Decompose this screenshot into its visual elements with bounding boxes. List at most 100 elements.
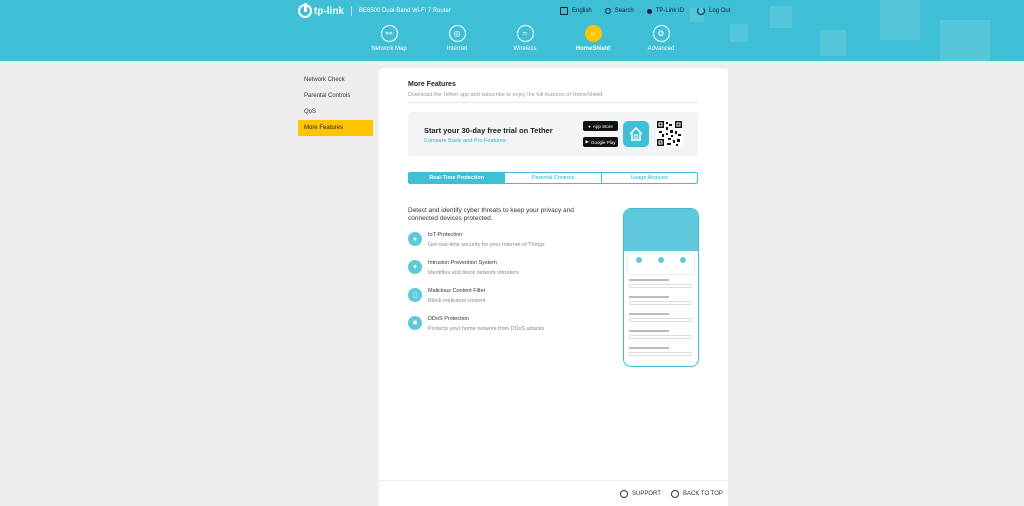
nav-wireless[interactable]: ≈ Wireless — [491, 25, 559, 52]
decor-block — [940, 20, 990, 61]
logout-icon — [697, 7, 706, 15]
intrusion-icon: ✦ — [408, 260, 422, 274]
nav-network-map[interactable]: ⚯ Network Map — [355, 25, 423, 52]
app-store-label: App Store — [592, 123, 613, 129]
back-to-top-link[interactable]: BACK TO TOP — [671, 490, 723, 498]
feature-desc: Identifies and block network intruders — [428, 270, 519, 276]
search-link[interactable]: Search — [604, 7, 634, 15]
sidebar-item-network-check[interactable]: Network Check — [298, 72, 373, 88]
apple-icon: ● — [588, 123, 591, 129]
main-nav: ⚯ Network Map ◎ Internet ≈ Wireless ⌂ Ho… — [355, 25, 695, 52]
tp-link-logo: tp-link — [298, 3, 344, 18]
tab-real-time-protection[interactable]: Real-Time Protection — [409, 173, 505, 183]
back-to-top-label: BACK TO TOP — [683, 491, 723, 497]
nav-label: Internet — [446, 46, 468, 52]
nav-label: Advanced — [647, 46, 675, 52]
tab-usage-analysis[interactable]: Usage Analysis — [600, 173, 697, 183]
nav-label: HomeShield — [575, 46, 611, 52]
qr-code — [656, 120, 683, 147]
google-play-badge[interactable]: ▶ Google Play — [583, 137, 618, 147]
feature-item: ✦ Intrusion Prevention System Identifies… — [408, 260, 519, 276]
support-link[interactable]: SUPPORT — [620, 490, 661, 498]
phone-line — [629, 296, 669, 298]
globe-icon: ◎ — [448, 25, 466, 42]
google-play-icon: ▶ — [585, 139, 589, 144]
phone-line — [629, 279, 669, 281]
iot-icon: ● — [408, 232, 422, 246]
nav-homeshield[interactable]: ⌂ HomeShield — [559, 25, 627, 52]
phone-dot — [636, 257, 642, 263]
phone-row — [629, 301, 692, 305]
headset-icon — [620, 490, 628, 498]
tether-app-icon — [623, 121, 649, 147]
phone-row — [629, 284, 692, 288]
phone-header — [624, 209, 698, 251]
compare-features-link[interactable]: Compare Basic and Pro Features — [424, 138, 506, 144]
tp-link-logo-icon — [298, 3, 312, 18]
page-title: More Features — [408, 81, 456, 88]
google-play-label: Google Play — [590, 139, 616, 145]
decor-block — [730, 24, 748, 42]
router-model: BE6500 Dual-Band Wi-Fi 7 Router — [359, 8, 451, 14]
sidebar: Network Check Parental Controls QoS More… — [298, 61, 373, 506]
tplink-id-label: TP-Link ID — [655, 8, 685, 14]
search-label: Search — [614, 8, 634, 14]
top-links: English Search TP-Link ID Log Out — [560, 7, 730, 15]
phone-line — [629, 330, 669, 332]
trial-banner: Start your 30-day free trial on Tether C… — [408, 112, 698, 156]
feature-desc: Protects your home network from DDoS att… — [428, 326, 545, 332]
phone-row — [629, 352, 692, 356]
language-label: English — [572, 8, 592, 14]
sidebar-item-more-features[interactable]: More Features — [298, 120, 373, 136]
phone-dot — [680, 257, 686, 263]
logo-text: tp-link — [314, 5, 344, 17]
phone-line — [629, 347, 669, 349]
page-subtitle: Download the Tether app and subscribe to… — [408, 92, 604, 98]
ddos-icon: ✸ — [408, 316, 422, 330]
app-store-badge[interactable]: ● App Store — [583, 121, 618, 131]
main-panel: More Features Download the Tether app an… — [379, 68, 728, 506]
nav-label: Wireless — [513, 46, 537, 52]
nav-internet[interactable]: ◎ Internet — [423, 25, 491, 52]
tab-parental-controls[interactable]: Parental Controls — [504, 173, 600, 183]
search-icon — [604, 8, 611, 14]
brand: tp-link BE6500 Dual-Band Wi-Fi 7 Router — [298, 3, 451, 18]
user-icon — [646, 8, 652, 14]
top-header: tp-link BE6500 Dual-Band Wi-Fi 7 Router … — [0, 0, 1024, 61]
phone-row — [629, 335, 692, 339]
phone-dot — [658, 257, 664, 263]
phone-line — [629, 313, 669, 315]
feature-name: Malicious Content Filter — [428, 288, 486, 294]
trial-heading: Start your 30-day free trial on Tether — [424, 126, 553, 135]
wifi-icon: ≈ — [516, 25, 534, 42]
decor-block — [880, 0, 920, 40]
sidebar-item-qos[interactable]: QoS — [298, 104, 373, 120]
arrow-up-icon — [671, 490, 679, 498]
phone-preview-image — [623, 208, 699, 367]
language-link[interactable]: English — [560, 7, 592, 15]
feature-item: ✸ DDoS Protection Protects your home net… — [408, 316, 544, 332]
feature-tabs: Real-Time Protection Parental Controls U… — [408, 172, 698, 184]
support-label: SUPPORT — [632, 491, 661, 497]
footer: SUPPORT BACK TO TOP — [379, 480, 728, 506]
logout-label: Log Out — [709, 8, 731, 14]
nav-label: Network Map — [371, 46, 407, 52]
brand-divider — [351, 6, 352, 16]
feature-name: Intrusion Prevention System — [428, 260, 497, 266]
sidebar-item-parental-controls[interactable]: Parental Controls — [298, 88, 373, 104]
decor-block — [770, 6, 792, 28]
tplink-id-link[interactable]: TP-Link ID — [646, 7, 685, 15]
decor-block — [820, 30, 846, 56]
logout-link[interactable]: Log Out — [697, 7, 730, 15]
filter-icon: ▯ — [408, 288, 422, 302]
phone-card — [628, 254, 694, 274]
feature-item: ▯ Malicious Content Filter Block malicio… — [408, 288, 485, 304]
language-icon — [560, 7, 568, 15]
nav-advanced[interactable]: ⚙ Advanced — [627, 25, 695, 52]
feature-intro: Detect and identify cyber threats to kee… — [408, 207, 574, 222]
gear-icon: ⚙ — [652, 25, 670, 42]
feature-name: IoT Protection — [428, 232, 463, 238]
homeshield-icon: ⌂ — [584, 25, 602, 42]
feature-desc: Get real-time security for your Internet… — [428, 242, 545, 248]
